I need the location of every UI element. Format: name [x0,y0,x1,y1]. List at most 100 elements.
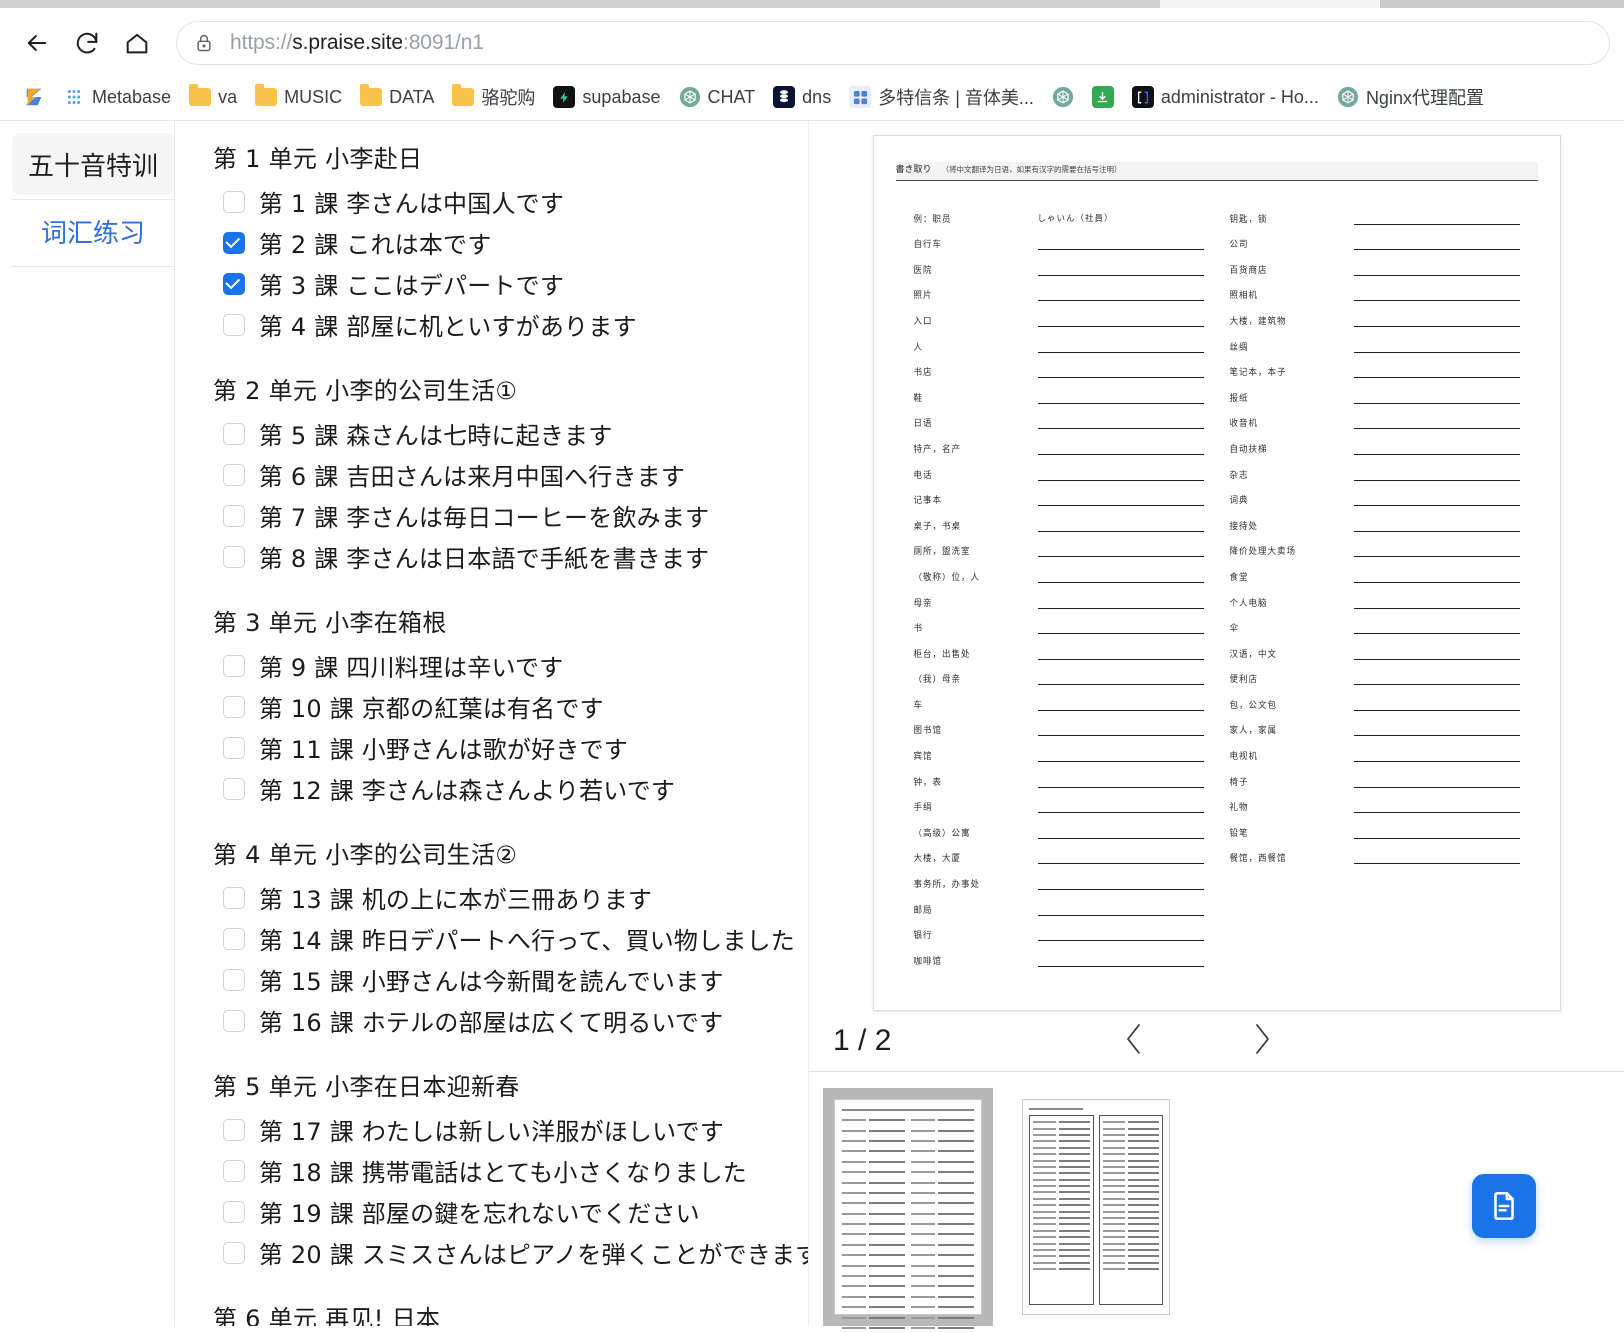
lesson-item[interactable]: 第 16 課 ホテルの部屋は広くて明るいです [213,1000,808,1041]
bookmark-item[interactable] [1045,82,1081,112]
bookmark-item-dns[interactable]: dns [766,82,838,112]
bookmark-item-duote[interactable]: 多特信条 | 音体美... [842,80,1041,114]
document-vocab-term: 照相机 [1229,291,1259,302]
document-vocab-row: 报纸 [1230,378,1520,404]
lesson-checkbox[interactable] [222,190,245,213]
lesson-item[interactable]: 第 12 課 李さんは森さんより若いです [213,768,808,809]
document-vocab-term: 日语 [913,419,933,430]
bookmark-item-music[interactable]: MUSIC [248,83,349,112]
document-heading-zh: （将中文翻译为日语，如果有汉字的需要在括号注明） [941,165,1122,174]
document-vocab-row: 特产，名产 [914,429,1204,455]
lesson-label: 第 15 課 小野さんは今新聞を読んでいます [258,968,724,996]
lesson-item[interactable]: 第 9 課 四川料理は辛いです [213,645,808,686]
lesson-checkbox[interactable] [222,272,245,295]
document-vocab-answer [1353,442,1520,455]
brackets-glyph-icon [1137,91,1148,103]
bookmark-item-chat[interactable]: CHAT [672,82,763,112]
lesson-label: 第 14 課 昨日デパートへ行って、買い物しました [258,927,795,955]
document-vocab-row: 伞 [1230,609,1520,634]
lesson-checkbox[interactable] [222,231,245,254]
document-vocab-row: 铅笔 [1230,813,1520,839]
bookmarks-bar[interactable]: Metabase va MUSIC DATA 骆驼购 supabase CHAT… [0,74,1624,120]
lesson-label: 第 8 課 李さんは日本語で手紙を書きます [258,545,710,573]
lesson-checkbox[interactable] [222,1159,245,1182]
thumbnail-line [842,1325,905,1331]
sidebar-item-vocabulary[interactable]: 词汇练习 [12,200,174,262]
thumbnail-line [911,1200,974,1206]
lesson-item[interactable]: 第 20 課 スミスさんはピアノを弾くことができます [213,1232,808,1273]
address-bar[interactable]: https://s.praise.site:8091/n1 [176,21,1610,65]
bookmark-item[interactable] [1085,82,1121,112]
document-vocab-answer [1037,596,1204,609]
home-button[interactable] [114,20,160,66]
document-vocab-row: 词典 [1230,481,1520,506]
lesson-checkbox[interactable] [222,886,245,909]
lesson-checkbox[interactable] [222,1009,245,1032]
back-button[interactable] [14,20,60,66]
thumbnail-line [911,1273,974,1279]
lesson-label: 第 10 課 京都の紅葉は有名です [258,695,604,723]
lesson-item[interactable]: 第 6 課 吉田さんは来月中国へ行きます [213,454,808,495]
lesson-item[interactable]: 第 19 課 部屋の鍵を忘れないでください [213,1191,808,1232]
lesson-item[interactable]: 第 10 課 京都の紅葉は有名です [213,686,808,727]
thumbnail-page-1[interactable] [823,1088,993,1329]
lesson-checkbox[interactable] [222,422,245,445]
lesson-item[interactable]: 第 4 課 部屋に机といすがあります [213,304,808,345]
document-vocab-term: 公司 [1229,239,1249,251]
next-page-button[interactable] [1237,1013,1287,1070]
lesson-checkbox[interactable] [222,313,245,336]
lesson-item[interactable]: 第 8 課 李さんは日本語で手紙を書きます [213,536,808,577]
lesson-item[interactable]: 第 1 課 李さんは中国人です [213,181,808,222]
document-vocab-term: 记事本 [913,495,943,507]
lesson-item[interactable]: 第 7 課 李さんは毎日コーヒーを飲みます [213,495,808,536]
bookmark-item-nginx[interactable]: Nginx代理配置 [1330,80,1491,114]
sidebar-item-gojuon[interactable]: 五十音特训 [12,133,174,195]
lesson-checkbox[interactable] [222,504,245,527]
open-document-button[interactable] [1472,1174,1536,1238]
lesson-item[interactable]: 第 11 課 小野さんは歌が好きです [213,727,808,768]
document-vocab-term: 钥匙，锁 [1229,214,1268,225]
lesson-item[interactable]: 第 2 課 これは本です [213,222,808,263]
lesson-checkbox[interactable] [222,1241,245,1264]
bookmark-item-administrator[interactable]: administrator - Ho... [1125,82,1326,112]
lesson-item[interactable]: 第 14 課 昨日デパートへ行って、買い物しました [213,918,808,959]
document-vocab-term: （高级）公寓 [913,828,971,840]
back-arrow-icon [27,35,47,51]
lesson-checkbox[interactable] [222,927,245,950]
bookmark-item-data[interactable]: DATA [353,83,441,112]
document-vocab-term: 电视机 [1229,751,1259,763]
lesson-item[interactable]: 第 18 課 携帯電話はとても小さくなりました [213,1150,808,1191]
lesson-item[interactable]: 第 17 課 わたしは新しい洋服がほしいです [213,1109,808,1150]
document-vocab-row: 日语 [914,404,1204,430]
document-vocab-row: 钟，表 [914,762,1204,788]
document-vocab-row: 餐馆，西餐馆 [1230,839,1520,865]
lesson-item[interactable]: 第 13 課 机の上に本が三冊あります [213,877,808,918]
lesson-checkbox[interactable] [222,463,245,486]
document-vocab-term: 钟，表 [913,777,943,788]
lesson-checkbox[interactable] [222,545,245,568]
thumbnail-page-2[interactable] [1011,1088,1181,1326]
bookmark-item-luotuogou[interactable]: 骆驼购 [445,80,542,114]
lesson-checkbox[interactable] [222,736,245,759]
lesson-checkbox[interactable] [222,1200,245,1223]
bookmark-item-supabase[interactable]: supabase [546,82,667,112]
lesson-checkbox[interactable] [222,654,245,677]
bookmark-item[interactable] [16,82,52,112]
lesson-item[interactable]: 第 3 課 ここはデパートです [213,263,808,304]
bookmark-item[interactable]: Metabase [56,82,178,112]
lesson-checkbox[interactable] [222,695,245,718]
pdf-nav-group [1109,1013,1287,1070]
prev-page-button[interactable] [1109,1013,1159,1070]
document-vocab-answer [1037,698,1204,711]
tab-strip[interactable] [0,0,1624,12]
lesson-checkbox[interactable] [222,1118,245,1141]
lesson-checkbox[interactable] [222,777,245,800]
lesson-item[interactable]: 第 15 課 小野さんは今新聞を読んでいます [213,959,808,1000]
reload-button[interactable] [64,20,110,66]
lesson-checkbox[interactable] [222,968,245,991]
document-vocab-row: 百货商店 [1230,250,1520,276]
document-heading: 書き取り （将中文翻译为日语，如果有汉字的需要在括号注明） [895,162,1538,181]
bookmark-item-va[interactable]: va [182,83,244,112]
document-vocab-term: 入口 [913,316,933,328]
lesson-item[interactable]: 第 5 課 森さんは七時に起きます [213,413,808,454]
